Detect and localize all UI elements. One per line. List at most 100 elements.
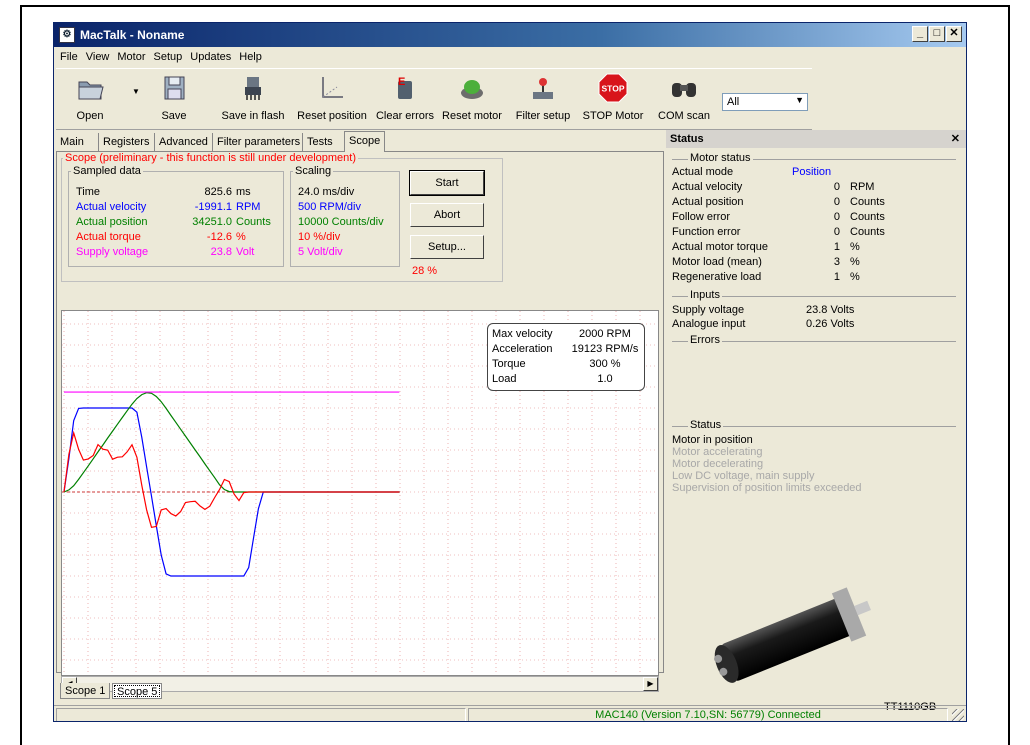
motor-status-unit: Counts xyxy=(850,196,885,208)
motor-status-value: Position xyxy=(792,166,832,178)
menu-help[interactable]: Help xyxy=(235,47,266,63)
reset-position-button[interactable]: Reset position xyxy=(292,73,372,127)
readout-scale: 24.0 ms/div xyxy=(298,186,355,198)
tab-main[interactable]: Main xyxy=(56,133,88,151)
input-label: Supply voltage xyxy=(672,304,745,316)
svg-text:STOP: STOP xyxy=(602,84,625,94)
readout-scale: 5 Volt/div xyxy=(298,246,343,258)
motor-status-label: Actual position xyxy=(672,196,744,208)
readout-value: -12.6 xyxy=(206,231,232,243)
readout-value: -1991.1 xyxy=(194,201,232,213)
open-dropdown-arrow[interactable]: ▼ xyxy=(132,87,140,96)
info-value: 300 % xyxy=(589,358,621,370)
plot-info-box: Max velocity 2000 RPM Acceleration 19123 RP… xyxy=(487,323,645,391)
menu-file[interactable]: File xyxy=(56,47,82,63)
readout-label: Actual velocity xyxy=(76,201,147,213)
stop-motor-button[interactable]: STOP STOP Motor xyxy=(580,73,646,127)
motor-status-value: 0 xyxy=(833,196,840,208)
motor-status-unit: Counts xyxy=(850,211,885,223)
motor-status-label: Actual velocity xyxy=(672,181,743,193)
tab-scope-1[interactable]: Scope 1 xyxy=(60,683,111,699)
readout-scale: 10 %/div xyxy=(298,231,341,243)
joystick-icon xyxy=(533,78,553,99)
stop-sign-icon: STOP xyxy=(598,73,628,103)
scope-group: Scope (preliminary - this function is st… xyxy=(61,152,503,282)
status-item: Motor decelerating xyxy=(672,458,764,470)
abort-button[interactable]: Abort xyxy=(410,203,484,227)
motor-status-label: Motor load (mean) xyxy=(672,256,762,268)
info-label: Torque xyxy=(492,358,526,370)
port-select-value: All xyxy=(727,96,740,108)
status-item: Supervision of position limits exceeded xyxy=(672,482,862,494)
readout-value: 825.6 xyxy=(204,186,232,198)
reset-motor-button[interactable]: Reset motor xyxy=(440,73,504,127)
svg-text:E: E xyxy=(398,76,405,88)
com-scan-button[interactable]: COM scan xyxy=(654,73,714,127)
motor-image xyxy=(714,587,871,683)
port-select[interactable]: All ▼ xyxy=(722,93,808,111)
eraser-icon: E xyxy=(398,76,412,99)
info-value: 2000 RPM xyxy=(579,328,631,340)
motor-status-unit: % xyxy=(850,256,860,268)
tab-scope-5[interactable]: Scope 5 xyxy=(112,683,163,699)
input-value: 0.26 Volts xyxy=(806,318,855,330)
motor-status-unit: RPM xyxy=(850,181,875,193)
info-value: 1.0 xyxy=(597,373,613,385)
menu-setup[interactable]: Setup xyxy=(150,47,187,63)
clear-errors-button[interactable]: E Clear errors xyxy=(374,73,436,127)
tab-advanced[interactable]: Advanced xyxy=(154,133,212,151)
connection-status: MAC140 (Version 7.10,SN: 56779) Connecte… xyxy=(468,708,948,721)
green-button-icon xyxy=(461,80,483,99)
scope-plot-area[interactable]: Max velocity 2000 RPM Acceleration 19123 RP… xyxy=(61,310,659,676)
scaling-title: Scaling xyxy=(293,165,334,177)
status-pane-header: Status ✕ xyxy=(666,130,966,148)
minimize-button[interactable]: _ xyxy=(912,26,928,42)
readout-unit: % xyxy=(236,231,246,243)
frame-right xyxy=(1008,5,1010,745)
readout-scale: 500 RPM/div xyxy=(298,201,361,213)
menu-motor[interactable]: Motor xyxy=(113,47,149,63)
motor-status-unit: % xyxy=(850,241,860,253)
title-bar[interactable]: ⚙ MacTalk - Noname _ □ ✕ xyxy=(54,23,966,47)
filter-setup-button[interactable]: Filter setup xyxy=(512,73,574,127)
frame-top xyxy=(20,5,1010,7)
inputs-section: Inputs xyxy=(672,289,956,301)
scope-group-title: Scope (preliminary - this function is st… xyxy=(63,152,359,164)
motor-status-label: Actual motor torque xyxy=(672,241,768,253)
scroll-right-icon[interactable]: ▶ xyxy=(643,677,658,691)
readout-unit: RPM xyxy=(236,201,261,213)
readout-label: Supply voltage xyxy=(76,246,149,258)
status-pane: Status ✕ Motor status Actual mode Positio… xyxy=(666,130,966,713)
frame-left xyxy=(20,5,22,745)
status-item: Motor in position xyxy=(672,434,753,446)
readout-unit: ms xyxy=(236,186,251,198)
motor-status-section: Motor status xyxy=(672,152,956,164)
motor-status-value: 1 xyxy=(833,241,840,253)
readout-value: 23.8 xyxy=(210,246,232,258)
tab-filter-parameters[interactable]: Filter parameters xyxy=(212,133,304,151)
chevron-down-icon: ▼ xyxy=(795,95,804,105)
window-title: MacTalk - Noname xyxy=(80,28,185,42)
setup-button[interactable]: Setup... xyxy=(410,235,484,259)
save-disk-icon xyxy=(164,76,185,100)
maximize-button[interactable]: □ xyxy=(929,26,945,42)
tab-scope[interactable]: Scope xyxy=(344,131,386,152)
resize-grip-icon[interactable] xyxy=(952,709,964,721)
motor-status-unit: % xyxy=(850,271,860,283)
start-button[interactable]: Start xyxy=(409,170,485,196)
motor-status-label: Follow error xyxy=(672,211,731,223)
save-in-flash-button[interactable]: Save in flash xyxy=(218,73,288,127)
menu-updates[interactable]: Updates xyxy=(186,47,235,63)
open-button[interactable]: Open xyxy=(68,73,112,127)
sampled-data-title: Sampled data xyxy=(71,165,143,177)
status-pane-close-icon[interactable]: ✕ xyxy=(951,132,960,145)
menu-view[interactable]: View xyxy=(82,47,114,63)
close-button[interactable]: ✕ xyxy=(946,26,962,42)
info-label: Load xyxy=(492,373,517,385)
errors-section: Errors xyxy=(672,334,956,346)
readout-scale: 10000 Counts/div xyxy=(298,216,384,228)
progress-percent: 28 % xyxy=(412,265,438,277)
tab-tests[interactable]: Tests xyxy=(302,133,337,151)
tab-registers[interactable]: Registers xyxy=(98,133,153,151)
save-button[interactable]: Save xyxy=(152,73,196,127)
